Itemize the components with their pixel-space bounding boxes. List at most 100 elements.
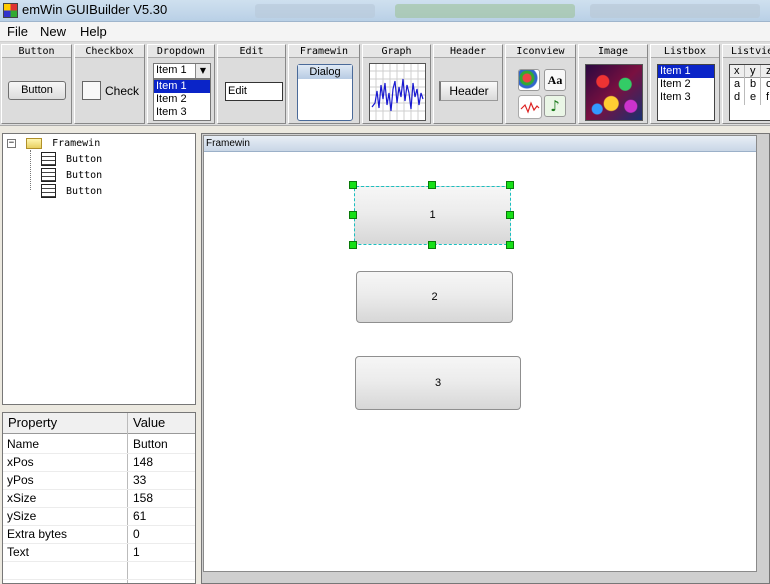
property-value[interactable]: Button <box>133 437 168 451</box>
tool-label: Edit <box>218 45 285 58</box>
property-value[interactable]: 158 <box>133 491 153 505</box>
listview-cell: a <box>734 78 741 90</box>
tree-node-label: Button <box>66 154 103 165</box>
button-widget-icon <box>41 152 56 166</box>
menu-new[interactable]: New <box>40 24 66 39</box>
collapse-icon[interactable]: − <box>7 138 16 148</box>
tree-connector <box>30 150 31 190</box>
button-widget-icon <box>41 168 56 182</box>
property-grid: Property Value Name Button xPos 148 yPos… <box>2 412 196 584</box>
tool-edit[interactable]: Edit Edit <box>217 44 286 124</box>
listview-cell: c <box>766 78 770 91</box>
app-icon <box>3 3 18 18</box>
tool-header[interactable]: Header Header <box>433 44 503 124</box>
canvas-button-2[interactable]: 2 <box>356 271 513 323</box>
widget-tree: − Framewin Button Button Button <box>2 133 196 405</box>
menu-file[interactable]: File <box>7 24 28 39</box>
tool-label: Button <box>2 45 71 58</box>
header-preview: Header <box>439 81 498 101</box>
property-value[interactable]: 61 <box>133 509 146 523</box>
checkbox-preview-label: Check <box>105 84 140 98</box>
resize-handle[interactable] <box>428 181 436 189</box>
property-row[interactable]: yPos 33 <box>3 472 195 490</box>
canvas-button-3[interactable]: 3 <box>355 356 521 410</box>
background-window-tab <box>255 4 375 18</box>
property-value[interactable]: 1 <box>133 545 140 559</box>
list-item: Item 1 <box>658 65 714 78</box>
font-icon: Aa <box>544 69 566 91</box>
property-name: ySize <box>7 509 37 523</box>
list-item: Item 3 <box>156 106 187 118</box>
property-name: Extra bytes <box>7 527 68 541</box>
tool-label: Listview <box>723 45 770 58</box>
property-value[interactable]: 148 <box>133 455 153 469</box>
waveform-icon <box>518 95 542 119</box>
listbox-preview: Item 1 Item 2 Item 3 <box>657 64 715 121</box>
book-icon <box>518 69 540 91</box>
property-name: xSize <box>7 491 37 505</box>
tool-graph[interactable]: Graph <box>362 44 431 124</box>
resize-handle[interactable] <box>506 211 514 219</box>
property-row[interactable]: xSize 158 <box>3 490 195 508</box>
background-window-tab <box>395 4 575 18</box>
button-preview: Button <box>8 81 66 100</box>
tool-iconview[interactable]: Iconview Aa ♪ <box>505 44 576 124</box>
property-row[interactable]: Text 1 <box>3 544 195 562</box>
tool-checkbox[interactable]: Checkbox Check <box>74 44 145 124</box>
tool-listview[interactable]: Listview x y z a b c d e f <box>722 44 770 124</box>
resize-handle[interactable] <box>349 181 357 189</box>
tree-node-button[interactable]: Button <box>41 184 102 200</box>
tree-node-framewin[interactable]: − Framewin <box>7 136 100 152</box>
resize-handle[interactable] <box>506 241 514 249</box>
chevron-down-icon: ▼ <box>195 64 210 78</box>
canvas-button-1[interactable]: 1 <box>354 186 511 245</box>
dropdown-preview-list: Item 1 Item 2 Item 3 <box>153 79 211 121</box>
tool-framewin[interactable]: Framewin Dialog <box>288 44 360 124</box>
edit-preview-text: Edit <box>228 85 247 97</box>
image-preview <box>585 64 643 121</box>
window-title: emWin GUIBuilder V5.30 <box>22 2 168 17</box>
listview-cell: f <box>766 91 770 103</box>
tool-image[interactable]: Image <box>578 44 648 124</box>
tool-listbox[interactable]: Listbox Item 1 Item 2 Item 3 <box>650 44 720 124</box>
tree-node-button[interactable]: Button <box>41 168 102 184</box>
property-row[interactable]: ySize 61 <box>3 508 195 526</box>
graph-preview <box>369 63 426 121</box>
list-item: Item 3 <box>660 91 691 103</box>
property-row[interactable]: Extra bytes 0 <box>3 526 195 544</box>
menu-help[interactable]: Help <box>80 24 107 39</box>
property-value[interactable]: 33 <box>133 473 146 487</box>
tool-label: Framewin <box>289 45 359 58</box>
property-name: Text <box>7 545 30 559</box>
property-row-empty <box>3 562 195 580</box>
listview-cell: d <box>734 91 741 103</box>
tree-node-label: Button <box>66 170 103 181</box>
framewin-title[interactable]: Framewin <box>204 136 756 152</box>
tool-label: Listbox <box>651 45 719 58</box>
framewin-dialog[interactable]: Framewin 1 2 3 <box>203 135 757 572</box>
listview-cell: b <box>750 78 757 90</box>
widget-toolbox: Button Button Checkbox Check Dropdown It… <box>0 42 770 126</box>
list-item: Item 2 <box>660 78 691 90</box>
tree-node-label: Button <box>66 186 103 197</box>
tool-label: Header <box>434 45 502 58</box>
property-row[interactable]: Name Button <box>3 436 195 454</box>
listview-column-header: z <box>766 65 770 78</box>
resize-handle[interactable] <box>349 211 357 219</box>
listview-cell: e <box>750 91 757 103</box>
listview-column-header: y <box>750 65 756 77</box>
edit-preview: Edit <box>225 82 283 101</box>
framewin-preview: Dialog <box>297 64 353 121</box>
tool-button[interactable]: Button Button <box>1 44 72 124</box>
resize-handle[interactable] <box>349 241 357 249</box>
resize-handle[interactable] <box>428 241 436 249</box>
folder-icon <box>26 137 43 149</box>
tool-label: Iconview <box>506 45 575 58</box>
property-name: Name <box>7 437 40 451</box>
tool-label: Checkbox <box>75 45 144 58</box>
tool-dropdown[interactable]: Dropdown Item 1 ▼ Item 1 Item 2 Item 3 <box>147 44 215 124</box>
tree-node-button[interactable]: Button <box>41 152 102 168</box>
property-value[interactable]: 0 <box>133 527 140 541</box>
property-row[interactable]: xPos 148 <box>3 454 195 472</box>
resize-handle[interactable] <box>506 181 514 189</box>
